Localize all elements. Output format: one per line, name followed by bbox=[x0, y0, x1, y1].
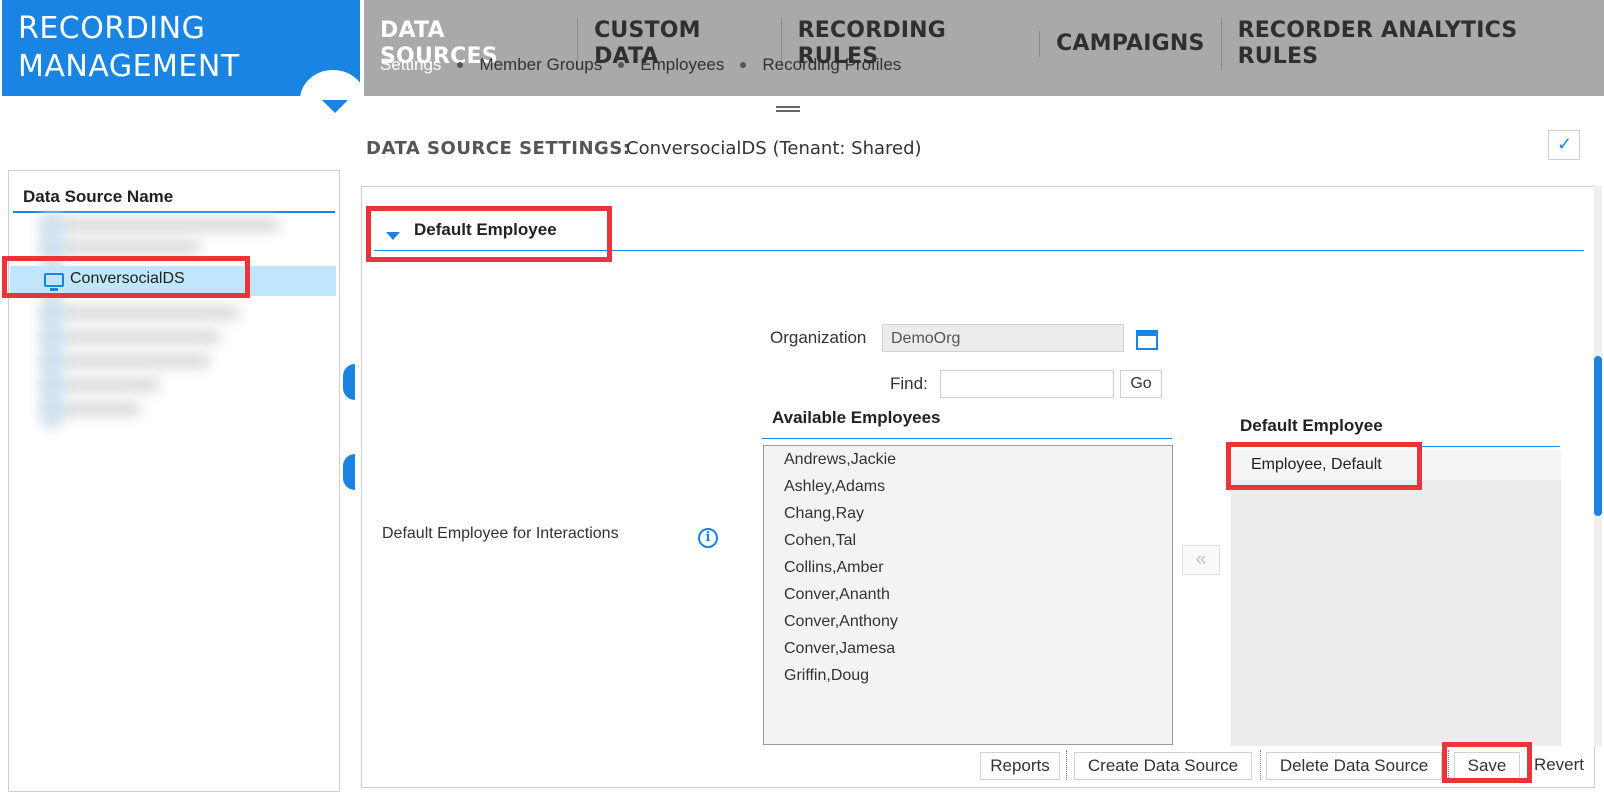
list-item[interactable]: Ashley,Adams bbox=[764, 473, 1172, 500]
window-picker-icon[interactable] bbox=[1136, 330, 1158, 350]
default-employee-list[interactable]: Employee, Default bbox=[1231, 450, 1561, 746]
checkmark-icon: ✓ bbox=[1557, 134, 1573, 154]
list-item[interactable]: Andrews,Jackie bbox=[764, 446, 1172, 473]
scrollbar-thumb[interactable] bbox=[1594, 356, 1602, 516]
annotation-highlight bbox=[2, 256, 250, 298]
revert-button[interactable]: Revert bbox=[1524, 752, 1594, 780]
nav-campaigns[interactable]: CAMPAIGNS bbox=[1039, 31, 1221, 57]
data-source-name-header: Data Source Name bbox=[23, 187, 174, 206]
subnav-separator bbox=[740, 62, 747, 68]
annotation-highlight bbox=[366, 206, 612, 262]
subnav-employees[interactable]: Employees bbox=[640, 55, 724, 75]
annotation-highlight bbox=[1442, 742, 1532, 783]
brand-line-2: MANAGEMENT bbox=[18, 49, 240, 84]
create-data-source-button[interactable]: Create Data Source bbox=[1074, 752, 1252, 780]
brand-line-1: RECORDING bbox=[18, 11, 206, 46]
list-item[interactable]: Conver,Jamesa bbox=[764, 635, 1172, 662]
settings-title: DATA SOURCE SETTINGS: bbox=[366, 138, 631, 159]
go-button[interactable]: Go bbox=[1120, 370, 1162, 398]
blurred-tree-item bbox=[40, 330, 220, 344]
blurred-tree-item bbox=[40, 354, 210, 368]
blurred-tree-line bbox=[42, 214, 62, 428]
splitter-grip[interactable] bbox=[776, 106, 800, 112]
move-left-button[interactable]: « bbox=[1182, 545, 1220, 575]
list-item[interactable]: Conver,Ananth bbox=[764, 581, 1172, 608]
expand-right-tab[interactable] bbox=[343, 454, 355, 490]
available-employees-list[interactable]: Andrews,Jackie Ashley,Adams Chang,Ray Co… bbox=[763, 445, 1173, 745]
available-employees-title: Available Employees bbox=[772, 408, 941, 427]
settings-datasource-name: ConversocialDS (Tenant: Shared) bbox=[626, 138, 922, 159]
subnav-recording-profiles[interactable]: Recording Profiles bbox=[762, 55, 901, 75]
list-item[interactable]: Griffin,Doug bbox=[764, 662, 1172, 689]
nav-recorder-analytics-rules[interactable]: RECORDER ANALYTICS RULES bbox=[1220, 18, 1604, 70]
info-icon[interactable]: i bbox=[698, 528, 718, 548]
list-item[interactable]: Collins,Amber bbox=[764, 554, 1172, 581]
subnav-settings[interactable]: Settings bbox=[380, 55, 441, 75]
header-underline bbox=[13, 211, 335, 213]
subnav-member-groups[interactable]: Member Groups bbox=[479, 55, 602, 75]
list-item[interactable]: Conver,Anthony bbox=[764, 608, 1172, 635]
sub-nav: Settings Member Groups Employees Recordi… bbox=[380, 55, 901, 75]
delete-data-source-button[interactable]: Delete Data Source bbox=[1266, 752, 1442, 780]
chevron-down-icon[interactable] bbox=[322, 100, 348, 113]
organization-field: DemoOrg bbox=[882, 324, 1124, 352]
default-employee-label: Default Employee for Interactions bbox=[382, 525, 619, 542]
find-input[interactable] bbox=[940, 370, 1114, 398]
find-label: Find: bbox=[890, 374, 928, 393]
top-navigation: DATA SOURCES CUSTOM DATA RECORDING RULES… bbox=[364, 0, 1604, 96]
blurred-tree-item bbox=[40, 306, 240, 320]
subnav-separator bbox=[618, 62, 625, 68]
collapse-left-tab[interactable] bbox=[343, 364, 355, 400]
organization-label: Organization bbox=[770, 328, 867, 347]
default-employee-title: Default Employee bbox=[1240, 416, 1383, 435]
list-item[interactable]: Chang,Ray bbox=[764, 500, 1172, 527]
toolbar-separator bbox=[1260, 750, 1261, 780]
blurred-tree-item bbox=[40, 218, 280, 232]
reports-button[interactable]: Reports bbox=[980, 752, 1060, 780]
subnav-separator bbox=[457, 62, 464, 68]
annotation-highlight bbox=[1226, 442, 1422, 490]
list-item[interactable]: Cohen,Tal bbox=[764, 527, 1172, 554]
apply-button[interactable]: ✓ bbox=[1548, 130, 1580, 160]
blurred-tree-item bbox=[40, 240, 200, 254]
available-divider bbox=[762, 438, 1172, 439]
toolbar-separator bbox=[1066, 750, 1067, 780]
